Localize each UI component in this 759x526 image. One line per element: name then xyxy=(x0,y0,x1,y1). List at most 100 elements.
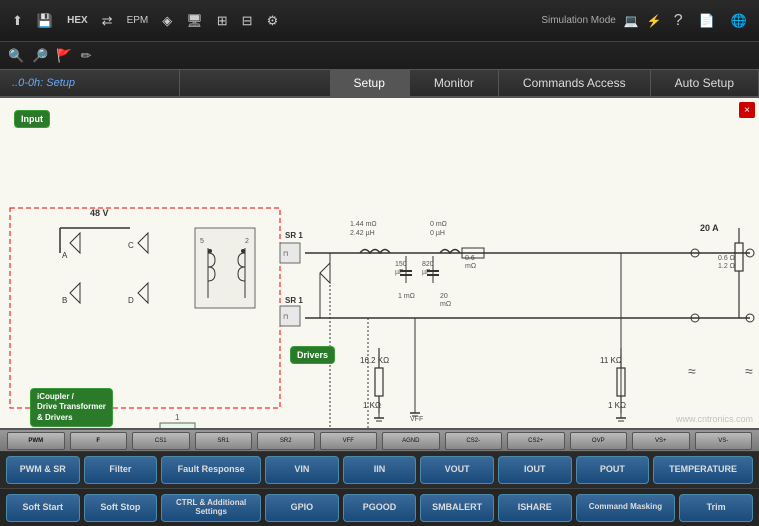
svg-text:1 KΩ: 1 KΩ xyxy=(608,401,626,410)
bus-connector-vff[interactable]: VFF xyxy=(320,432,378,450)
svg-text:D: D xyxy=(128,296,134,305)
ishare-button[interactable]: ISHARE xyxy=(498,494,572,522)
command-masking-button[interactable]: Command Masking xyxy=(576,494,676,522)
zoom-icon[interactable]: 🔎 xyxy=(32,48,48,64)
vin-button[interactable]: VIN xyxy=(265,456,339,484)
drivers-label: Drivers xyxy=(290,346,335,364)
button-row-1: PWM & SR Filter Fault Response VIN IIN V… xyxy=(0,452,759,488)
connection-icon: ⚡ xyxy=(647,14,662,28)
svg-text:mΩ: mΩ xyxy=(440,301,451,308)
svg-text:⊓: ⊓ xyxy=(283,251,288,258)
input-label: Input xyxy=(14,110,50,128)
nav-commands-access[interactable]: Commands Access xyxy=(499,70,651,96)
bus-area: PWM F CS1 SR1 SR2 VFF AGND CS2- CS2+ OVP… xyxy=(0,428,759,452)
nav-setup[interactable]: Setup xyxy=(330,70,410,96)
navbar: ..0-0h: Setup Setup Monitor Commands Acc… xyxy=(0,70,759,98)
epm-icon[interactable]: ⇄ xyxy=(98,11,117,31)
svg-text:≈: ≈ xyxy=(745,363,753,379)
upload-icon[interactable]: ⬆ xyxy=(8,11,27,31)
svg-text:SR 1: SR 1 xyxy=(285,296,303,305)
svg-text:1 mΩ: 1 mΩ xyxy=(398,293,415,300)
bus-connector-ovp[interactable]: OVP xyxy=(570,432,628,450)
pgood-button[interactable]: PGOOD xyxy=(343,494,417,522)
epm-label: EPM xyxy=(123,13,153,28)
bus-connector-pwmsr[interactable]: PWM xyxy=(7,432,65,450)
iin-button[interactable]: IIN xyxy=(343,456,417,484)
temperature-button[interactable]: TEMPERATURE xyxy=(653,456,753,484)
bus-connector-filter[interactable]: F xyxy=(70,432,128,450)
soft-start-button[interactable]: Soft Start xyxy=(6,494,80,522)
filter-button[interactable]: Filter xyxy=(84,456,158,484)
svg-text:A: A xyxy=(62,251,68,260)
svg-text:mΩ: mΩ xyxy=(465,263,476,270)
gpio-button[interactable]: GPIO xyxy=(265,494,339,522)
svg-text:SR 1: SR 1 xyxy=(285,231,303,240)
toolbar2: 🔍 🔎 🚩 ✏ xyxy=(0,42,759,70)
svg-text:1.2 Ω: 1.2 Ω xyxy=(718,263,735,270)
globe-icon[interactable]: 🌐 xyxy=(727,11,751,31)
close-button[interactable]: × xyxy=(739,102,755,118)
toolbar-icons: ⬆ 💾 HEX ⇄ EPM ◈ 🖥 ⊞ ⊟ ⚙ xyxy=(8,11,541,31)
icoupler-label: iCoupler / Drive Transformer & Drivers xyxy=(30,388,113,427)
button-row-2: Soft Start Soft Stop CTRL & Additional S… xyxy=(0,488,759,526)
smbalert-button[interactable]: SMBALERT xyxy=(420,494,494,522)
svg-text:5: 5 xyxy=(200,238,204,245)
schematic-area: × Input Drivers iCoupler / Drive Transfo… xyxy=(0,98,759,428)
watermark: www.cntronics.com xyxy=(676,414,753,424)
ctrl-additional-button[interactable]: CTRL & Additional Settings xyxy=(161,494,261,522)
iout-button[interactable]: IOUT xyxy=(498,456,572,484)
svg-text:≈: ≈ xyxy=(688,363,696,379)
flag-icon[interactable]: 🚩 xyxy=(56,48,72,64)
bus-connector-sr1[interactable]: SR1 xyxy=(195,432,253,450)
pencil-icon[interactable]: ✏ xyxy=(81,48,92,64)
file-icon[interactable]: 📄 xyxy=(695,11,719,31)
bus-connector-cs2p[interactable]: CS2+ xyxy=(507,432,565,450)
svg-text:B: B xyxy=(62,296,67,305)
soft-stop-button[interactable]: Soft Stop xyxy=(84,494,158,522)
pwm-sr-button[interactable]: PWM & SR xyxy=(6,456,80,484)
svg-text:20 A: 20 A xyxy=(700,223,719,233)
hex-label[interactable]: HEX xyxy=(63,13,92,28)
svg-text:2.42 µH: 2.42 µH xyxy=(350,230,375,237)
search-icon[interactable]: 🔍 xyxy=(8,48,24,64)
schematic-svg: 48 V A C B D 5 2 xyxy=(0,98,759,428)
table-icon[interactable]: ⊟ xyxy=(238,11,257,31)
chip-icon[interactable]: ◈ xyxy=(158,11,176,31)
svg-text:VFF: VFF xyxy=(410,416,423,423)
svg-text:⊓: ⊓ xyxy=(283,314,288,321)
svg-text:150: 150 xyxy=(395,261,407,268)
svg-text:0 µH: 0 µH xyxy=(430,230,445,237)
laptop-icon: 💻 xyxy=(624,14,639,28)
svg-text:2: 2 xyxy=(245,238,249,245)
grid-icon[interactable]: ⊞ xyxy=(213,11,232,31)
bus-connector-sr2[interactable]: SR2 xyxy=(257,432,315,450)
breadcrumb: ..0-0h: Setup xyxy=(0,70,180,96)
top-toolbar: ⬆ 💾 HEX ⇄ EPM ◈ 🖥 ⊞ ⊟ ⚙ Simulation Mode … xyxy=(0,0,759,42)
svg-text:1: 1 xyxy=(175,413,180,422)
svg-text:20: 20 xyxy=(440,293,448,300)
svg-text:C: C xyxy=(128,241,134,250)
vout-button[interactable]: VOUT xyxy=(420,456,494,484)
bus-connector-cs1[interactable]: CS1 xyxy=(132,432,190,450)
svg-text:1.44 mΩ: 1.44 mΩ xyxy=(350,221,377,228)
svg-text:820: 820 xyxy=(422,261,434,268)
svg-text:1 KΩ: 1 KΩ xyxy=(363,401,381,410)
toolbar-right: Simulation Mode 💻 ⚡ ? 📄 🌐 xyxy=(541,10,751,32)
help-icon[interactable]: ? xyxy=(670,10,687,32)
nav-monitor[interactable]: Monitor xyxy=(410,70,499,96)
nav-auto-setup[interactable]: Auto Setup xyxy=(651,70,759,96)
svg-text:48 V: 48 V xyxy=(90,208,109,218)
trim-button[interactable]: Trim xyxy=(679,494,753,522)
svg-text:0.6 Ω: 0.6 Ω xyxy=(718,255,735,262)
bus-connector-vsp[interactable]: VS+ xyxy=(632,432,690,450)
bus-connector-agnd[interactable]: AGND xyxy=(382,432,440,450)
save-icon[interactable]: 💾 xyxy=(33,11,57,31)
monitor-icon[interactable]: 🖥 xyxy=(182,11,207,31)
bus-connector-vsm[interactable]: VS- xyxy=(695,432,753,450)
svg-text:16.2 KΩ: 16.2 KΩ xyxy=(360,356,389,365)
fault-response-button[interactable]: Fault Response xyxy=(161,456,261,484)
bus-connector-cs2m[interactable]: CS2- xyxy=(445,432,503,450)
svg-text:11 KΩ: 11 KΩ xyxy=(600,356,622,365)
pout-button[interactable]: POUT xyxy=(576,456,650,484)
settings-icon[interactable]: ⚙ xyxy=(263,11,283,31)
